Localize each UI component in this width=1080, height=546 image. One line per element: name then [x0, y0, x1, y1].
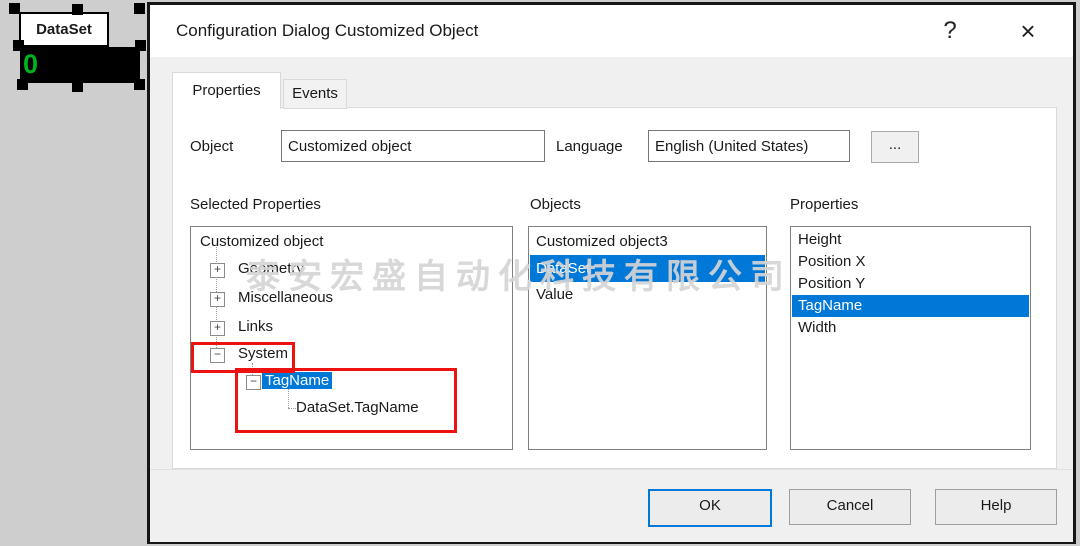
- expander-minus-icon[interactable]: −: [246, 375, 261, 390]
- tab-properties[interactable]: Properties: [172, 72, 281, 109]
- designer-canvas: DataSet 0 Configuration Dialog Customize…: [0, 0, 1080, 546]
- tree-connector: [288, 389, 289, 408]
- expander-plus-icon[interactable]: +: [210, 263, 225, 278]
- objects-listbox[interactable]: Customized object3 DataSet Value: [528, 226, 767, 450]
- dataset-widget-display[interactable]: 0: [20, 47, 140, 83]
- list-item[interactable]: Customized object3: [530, 229, 765, 255]
- selection-handle[interactable]: [9, 3, 20, 14]
- tree-row-tagname[interactable]: TagName: [262, 368, 332, 394]
- help-icon[interactable]: ?: [932, 5, 968, 57]
- selection-handle[interactable]: [135, 40, 146, 51]
- browse-button[interactable]: ...: [871, 131, 919, 163]
- properties-header: Properties: [790, 194, 858, 216]
- tree-selected-label: TagName: [262, 372, 332, 389]
- tree-row-system[interactable]: System: [238, 341, 288, 367]
- tree-connector: [288, 408, 296, 409]
- dataset-widget-label[interactable]: DataSet: [19, 12, 109, 47]
- cancel-button[interactable]: Cancel: [789, 489, 911, 525]
- tab-events[interactable]: Events: [283, 79, 347, 109]
- selection-handle[interactable]: [72, 81, 83, 92]
- tree-row-geometry[interactable]: Geometry: [238, 256, 304, 282]
- help-button[interactable]: Help: [935, 489, 1057, 525]
- list-item[interactable]: Value: [530, 282, 765, 308]
- selected-properties-tree[interactable]: Customized object + Geometry + Miscellan…: [190, 226, 513, 450]
- list-item[interactable]: Position X: [792, 251, 1029, 273]
- list-item[interactable]: Position Y: [792, 273, 1029, 295]
- configuration-dialog: Configuration Dialog Customized Object ?…: [147, 2, 1076, 544]
- tree-row-links[interactable]: Links: [238, 314, 273, 340]
- object-label: Object: [190, 136, 233, 158]
- list-item[interactable]: Width: [792, 317, 1029, 339]
- selection-handle[interactable]: [13, 40, 24, 51]
- list-item[interactable]: Height: [792, 229, 1029, 251]
- selection-handle[interactable]: [134, 79, 145, 90]
- list-item-selected[interactable]: DataSet: [530, 255, 765, 282]
- language-input[interactable]: [648, 130, 850, 162]
- close-icon[interactable]: ×: [1010, 5, 1046, 57]
- list-item-selected[interactable]: TagName: [792, 295, 1029, 317]
- tree-row-miscellaneous[interactable]: Miscellaneous: [238, 285, 333, 311]
- language-label: Language: [556, 136, 623, 158]
- ok-button[interactable]: OK: [648, 489, 772, 527]
- dataset-widget-value: 0: [23, 47, 140, 81]
- dialog-titlebar: Configuration Dialog Customized Object ?…: [150, 5, 1073, 57]
- selection-handle[interactable]: [134, 3, 145, 14]
- expander-plus-icon[interactable]: +: [210, 292, 225, 307]
- object-input[interactable]: [281, 130, 545, 162]
- expander-plus-icon[interactable]: +: [210, 321, 225, 336]
- expander-minus-icon[interactable]: −: [210, 348, 225, 363]
- properties-listbox[interactable]: Height Position X Position Y TagName Wid…: [790, 226, 1031, 450]
- tree-row-dataset-tagname[interactable]: DataSet.TagName: [296, 395, 419, 421]
- selection-handle[interactable]: [17, 79, 28, 90]
- dialog-title: Configuration Dialog Customized Object: [176, 5, 478, 57]
- tree-row-root[interactable]: Customized object: [200, 229, 323, 255]
- objects-header: Objects: [530, 194, 581, 216]
- selection-handle[interactable]: [72, 4, 83, 15]
- selected-properties-header: Selected Properties: [190, 194, 321, 216]
